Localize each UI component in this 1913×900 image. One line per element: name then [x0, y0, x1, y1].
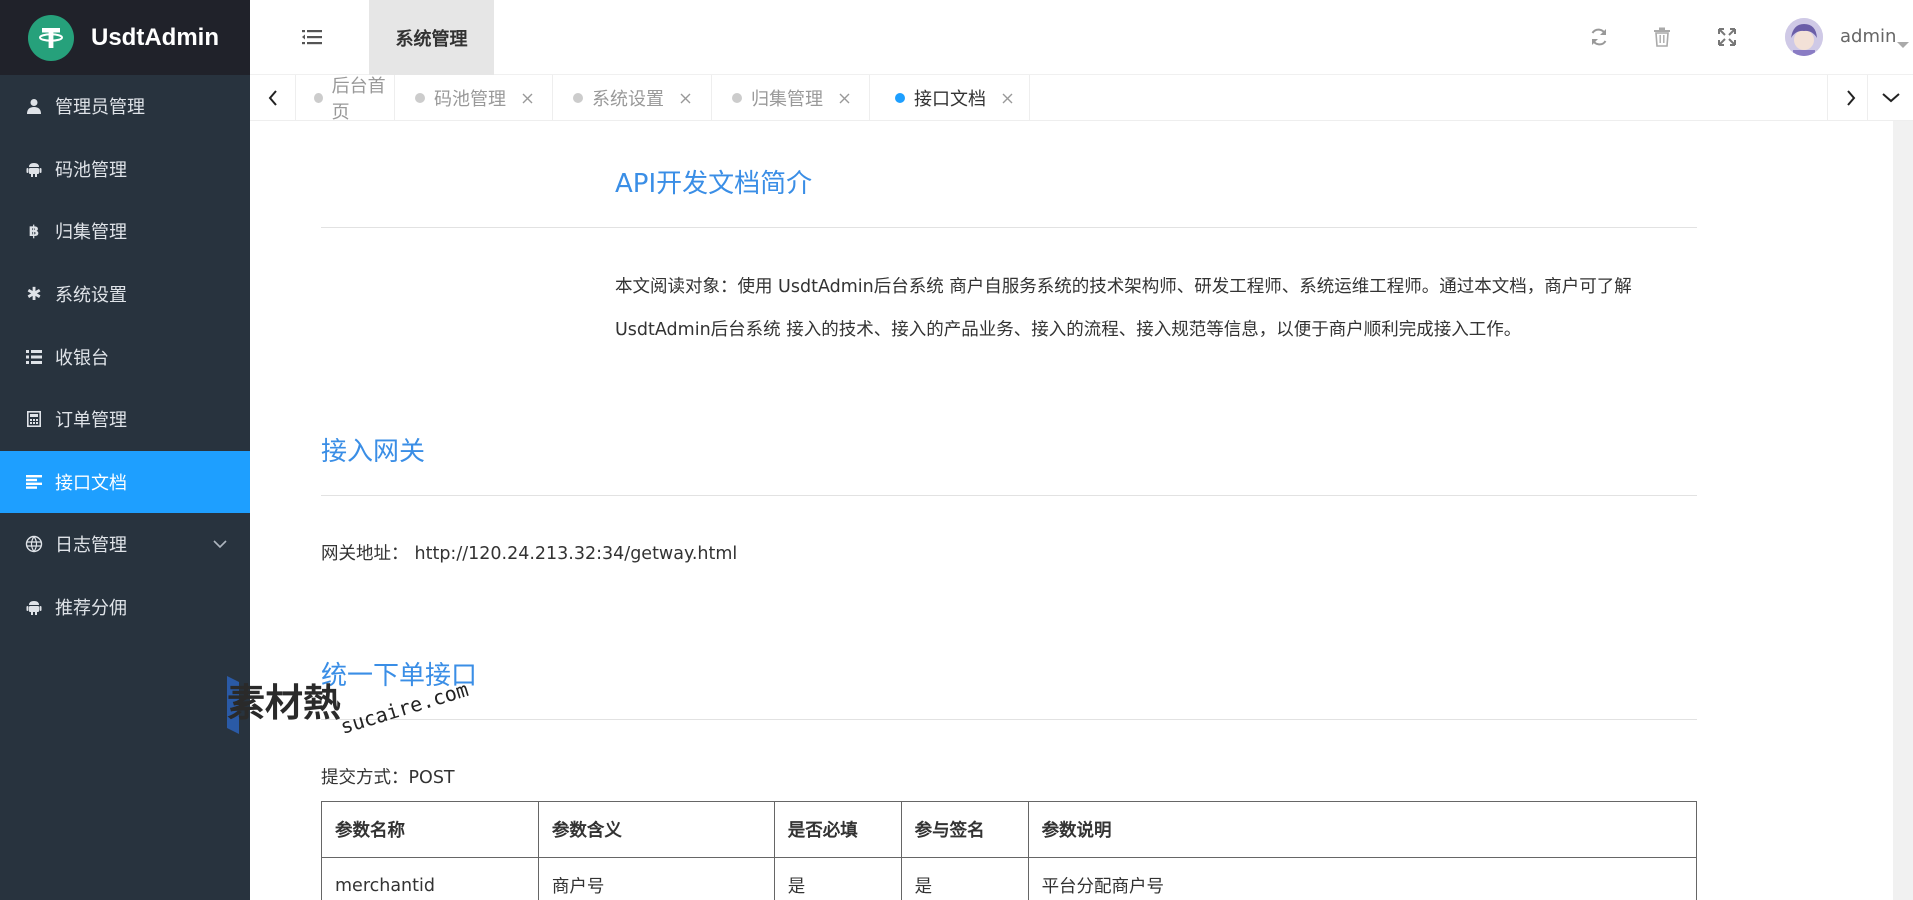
table-cell: merchantid — [321, 857, 539, 900]
calculator-icon — [25, 410, 43, 428]
table-row: merchantid 商户号 是 是 平台分配商户号 — [321, 857, 1698, 900]
watermark: 素材熱 sucaire.com — [225, 672, 485, 750]
sidebar-item-label: 收银台 — [55, 347, 109, 369]
sidebar-item-label: 码池管理 — [55, 159, 127, 181]
gateway-address: 网关地址： http://120.24.213.32:34/getway.html — [321, 533, 737, 576]
intro-line-1: 本文阅读对象：使用 UsdtAdmin后台系统 商户自服务系统的技术架构师、研发… — [615, 277, 1632, 297]
watermark-en: sucaire.com — [337, 677, 471, 739]
tab-label: 接口文档 — [914, 89, 986, 110]
header-section-tab[interactable]: 系统管理 — [369, 0, 494, 75]
tab-code-pool[interactable]: 码池管理 — [395, 75, 553, 121]
sidebar-menu: 管理员管理 码池管理 ฿ 归集管理 ✱ 系统设置 收银台 订单管理 接口文档 日… — [0, 75, 250, 638]
sidebar-item-label: 归集管理 — [55, 222, 127, 244]
top-header: 系统管理 admin — [250, 0, 1913, 75]
table-header: 参数名称 — [321, 801, 539, 858]
table-cell: 商户号 — [537, 857, 775, 900]
sidebar-item-code-pool[interactable]: 码池管理 — [0, 138, 250, 201]
app-title: UsdtAdmin — [91, 23, 219, 51]
sidebar-item-label: 接口文档 — [55, 472, 127, 494]
caret-down-icon[interactable] — [1897, 35, 1909, 54]
tab-label: 码池管理 — [434, 89, 506, 110]
globe-icon — [25, 535, 43, 553]
tab-label: 后台首页 — [331, 76, 386, 123]
sidebar-item-label: 订单管理 — [55, 410, 127, 432]
page-tabs-bar: 后台首页 码池管理 系统设置 归集管理 接口文档 — [250, 75, 1913, 123]
tabs-scroll-left-icon[interactable] — [250, 75, 296, 121]
intro-line-2: UsdtAdmin后台系统 接入的技术、接入的产品业务、接入的流程、接入规范等信… — [615, 320, 1522, 340]
scrollbar[interactable] — [1893, 121, 1913, 900]
tab-status-dot — [415, 93, 425, 103]
bitcoin-icon: ฿ — [28, 222, 40, 241]
tab-api-docs[interactable]: 接口文档 — [870, 75, 1030, 121]
refresh-icon[interactable] — [1589, 27, 1609, 51]
table-header: 参数含义 — [537, 801, 775, 858]
tab-label: 系统设置 — [592, 89, 664, 110]
tabs-dropdown-icon[interactable] — [1867, 75, 1913, 121]
asterisk-icon: ✱ — [26, 283, 42, 305]
divider — [321, 495, 1697, 496]
params-table: 参数名称 参数含义 是否必填 参与签名 参数说明 merchantid 商户号 … — [321, 801, 1698, 900]
expand-icon[interactable] — [1717, 27, 1737, 51]
close-icon[interactable] — [522, 93, 533, 104]
gateway-url: http://120.24.213.32:34/getway.html — [414, 544, 738, 564]
sidebar-item-logs[interactable]: 日志管理 — [0, 513, 250, 576]
tab-collection[interactable]: 归集管理 — [712, 75, 870, 121]
sidebar-item-settings[interactable]: ✱ 系统设置 — [0, 263, 250, 326]
sidebar-item-label: 推荐分佣 — [55, 598, 127, 620]
sidebar-item-label: 系统设置 — [55, 285, 127, 307]
sidebar-item-referral[interactable]: 推荐分佣 — [0, 576, 250, 639]
sidebar-item-collection[interactable]: ฿ 归集管理 — [0, 200, 250, 263]
close-icon[interactable] — [839, 93, 850, 104]
close-icon[interactable] — [680, 93, 691, 104]
trash-icon[interactable] — [1653, 27, 1671, 51]
sidebar: UsdtAdmin 管理员管理 码池管理 ฿ 归集管理 ✱ 系统设置 收银台 订… — [0, 0, 250, 900]
table-header-row: 参数名称 参数含义 是否必填 参与签名 参数说明 — [321, 801, 1698, 858]
table-header: 是否必填 — [773, 801, 902, 858]
sidebar-item-cashier[interactable]: 收银台 — [0, 325, 250, 388]
intro-title: API开发文档简介 — [615, 169, 813, 199]
sidebar-item-orders[interactable]: 订单管理 — [0, 388, 250, 451]
sidebar-item-label: 日志管理 — [55, 535, 127, 557]
username[interactable]: admin — [1840, 26, 1896, 47]
tab-status-dot — [314, 93, 323, 103]
doc-content: API开发文档简介 本文阅读对象：使用 UsdtAdmin后台系统 商户自服务系… — [250, 121, 1913, 900]
watermark-cn: 素材熱 — [227, 681, 341, 725]
tab-status-dot — [573, 93, 583, 103]
sidebar-item-label: 管理员管理 — [55, 97, 145, 119]
tab-status-dot — [895, 93, 905, 103]
submit-method: 提交方式：POST — [321, 768, 455, 788]
tab-label: 归集管理 — [751, 89, 823, 110]
list-icon — [25, 348, 43, 366]
logo[interactable]: UsdtAdmin — [0, 0, 250, 75]
tab-status-dot — [732, 93, 742, 103]
menu-toggle-icon[interactable] — [302, 29, 322, 49]
close-icon[interactable] — [1002, 93, 1013, 104]
chevron-down-icon[interactable] — [212, 536, 228, 557]
tether-logo-icon — [28, 14, 74, 61]
table-header: 参数说明 — [1027, 801, 1698, 858]
divider — [321, 719, 1697, 720]
sidebar-item-api-docs[interactable]: 接口文档 — [0, 450, 250, 514]
divider — [321, 227, 1697, 228]
tab-home[interactable]: 后台首页 — [296, 75, 395, 123]
table-cell: 平台分配商户号 — [1027, 857, 1698, 900]
user-icon — [25, 97, 43, 115]
sidebar-item-admin[interactable]: 管理员管理 — [0, 75, 250, 138]
android-icon — [25, 598, 43, 616]
table-header: 参与签名 — [900, 801, 1029, 858]
android-icon — [25, 160, 43, 178]
avatar[interactable] — [1785, 18, 1823, 56]
table-cell: 是 — [900, 857, 1029, 900]
gateway-label: 网关地址： — [321, 544, 409, 564]
align-left-icon — [25, 473, 43, 491]
table-cell: 是 — [773, 857, 902, 900]
gateway-title: 接入网关 — [321, 437, 426, 467]
tab-settings[interactable]: 系统设置 — [553, 75, 712, 121]
